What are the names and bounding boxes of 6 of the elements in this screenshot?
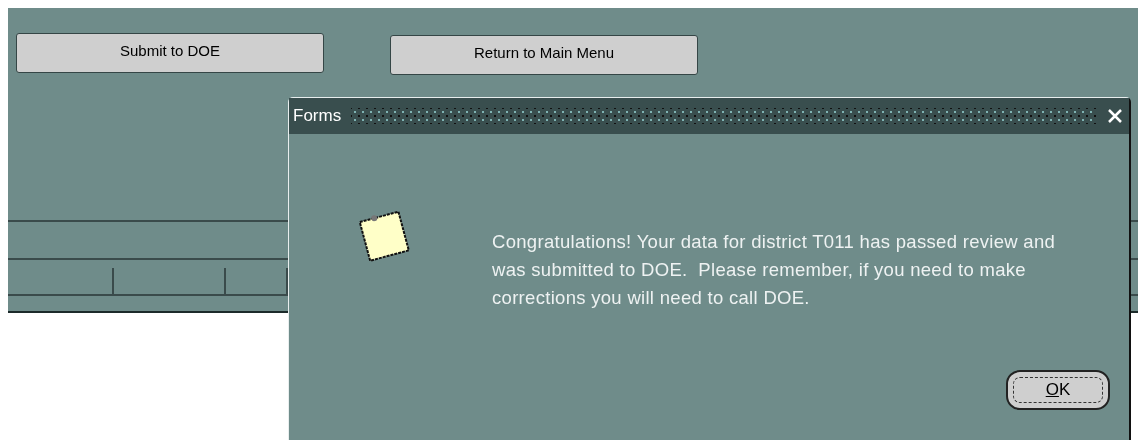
dialog-message: Congratulations! Your data for district T011 has passed review and was submitted to DOE. Please remember, if you need to make corrections you will need to call DOE. (492, 230, 1057, 310)
dialog-title: Forms (293, 106, 342, 126)
toolbar-button[interactable]: Submit to DOE (16, 33, 324, 73)
ok-button[interactable]: OK (1006, 370, 1110, 410)
close-icon[interactable] (1107, 108, 1123, 124)
toolbar-button[interactable]: Return to Main Menu (390, 35, 698, 75)
